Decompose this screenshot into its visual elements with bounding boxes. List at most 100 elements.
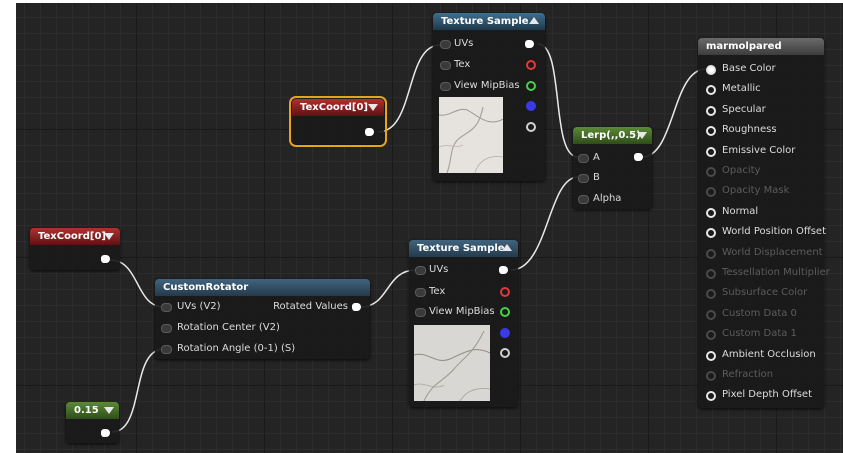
material-input-label: World Position Offset: [722, 226, 826, 237]
lerp-output-pin[interactable]: [634, 153, 643, 161]
material-input-label: Specular: [722, 104, 766, 115]
material-input-pin[interactable]: [706, 371, 716, 381]
dropdown-arrow-icon[interactable]: [104, 233, 114, 240]
constant-node[interactable]: 0.15: [66, 402, 119, 443]
material-input-pin[interactable]: [706, 167, 716, 177]
material-input-pin[interactable]: [706, 289, 716, 299]
alpha-output-pin[interactable]: [526, 122, 536, 132]
material-input-pin[interactable]: [706, 106, 716, 116]
material-input-pin[interactable]: [706, 147, 716, 157]
pin-label: View MipBias: [429, 306, 495, 317]
texcoord-node-bottom[interactable]: TexCoord[0]: [30, 228, 120, 270]
blue-output-pin[interactable]: [500, 328, 510, 338]
texcoord-node-top[interactable]: TexCoord[0]: [289, 96, 387, 147]
green-output-pin[interactable]: [500, 307, 510, 317]
custom-rotator-node[interactable]: CustomRotator UVs (V2) Rotation Center (…: [155, 279, 370, 359]
node-header[interactable]: Lerp(,,0.5): [573, 127, 652, 144]
material-input-label: Subsurface Color: [722, 287, 808, 298]
material-input-pin[interactable]: [706, 126, 716, 136]
uv-output-pin[interactable]: [101, 255, 110, 263]
material-input-label: Normal: [722, 206, 759, 217]
material-input-label: Pixel Depth Offset: [722, 389, 812, 400]
material-input-label: Opacity: [722, 165, 761, 176]
pin-label: UVs: [429, 264, 449, 275]
node-header[interactable]: TexCoord[0]: [30, 228, 120, 245]
material-input-label: Metallic: [722, 83, 761, 94]
constant-output-pin[interactable]: [101, 429, 110, 437]
collapse-up-icon[interactable]: [502, 244, 512, 251]
rotation-angle-input-pin[interactable]: [161, 345, 172, 354]
pin-label: View MipBias: [454, 80, 520, 91]
texture-sample-node-bottom[interactable]: Texture Sample UVs Tex View MipBias: [409, 240, 518, 407]
node-header[interactable]: Texture Sample: [409, 240, 518, 257]
node-title: Lerp(,,0.5): [581, 130, 641, 141]
node-header[interactable]: Texture Sample: [433, 13, 545, 30]
material-input-pin[interactable]: [706, 228, 716, 238]
alpha-input-pin[interactable]: [578, 195, 589, 204]
material-input-pin[interactable]: [706, 65, 716, 75]
material-result-node[interactable]: marmolpared Base Color Metallic Specular Ro…: [698, 38, 830, 408]
uvs-input-pin[interactable]: [415, 266, 426, 275]
material-input-pin[interactable]: [706, 391, 716, 401]
green-output-pin[interactable]: [526, 81, 536, 91]
material-input-pin[interactable]: [706, 208, 716, 218]
texture-sample-node-top[interactable]: Texture Sample UVs Tex View MipBias: [433, 13, 545, 181]
lerp-node[interactable]: Lerp(,,0.5) A B Alpha: [573, 127, 652, 209]
node-title: TexCoord[0]: [38, 231, 106, 242]
rotation-center-input-pin[interactable]: [161, 324, 172, 333]
node-header[interactable]: TexCoord[0]: [292, 99, 384, 116]
material-input-pin[interactable]: [706, 249, 716, 259]
pin-label: A: [593, 152, 600, 163]
material-input-pin[interactable]: [706, 269, 716, 279]
dropdown-arrow-icon[interactable]: [368, 104, 378, 111]
material-input-pin[interactable]: [706, 85, 716, 95]
material-input-label: Custom Data 0: [722, 308, 797, 319]
material-input-pin[interactable]: [706, 330, 716, 340]
material-input-label: World Displacement: [722, 247, 823, 258]
pin-label: Alpha: [593, 193, 622, 204]
material-input-label: Ambient Occlusion: [722, 349, 816, 360]
pin-label: Rotated Values: [273, 301, 348, 312]
node-title: CustomRotator: [163, 282, 249, 293]
material-input-label: Emissive Color: [722, 145, 796, 156]
alpha-output-pin[interactable]: [500, 348, 510, 358]
material-input-label: Base Color: [722, 63, 776, 74]
red-output-pin[interactable]: [500, 287, 510, 297]
view-mipbias-input-pin[interactable]: [440, 82, 451, 91]
dropdown-arrow-icon[interactable]: [637, 132, 647, 139]
material-input-pin[interactable]: [706, 310, 716, 320]
view-mipbias-input-pin[interactable]: [415, 308, 426, 317]
tex-input-pin[interactable]: [440, 61, 451, 70]
material-input-label: Refraction: [722, 369, 774, 380]
material-input-label: Custom Data 1: [722, 328, 797, 339]
pin-label: Tex: [454, 59, 471, 70]
uvs-input-pin[interactable]: [440, 40, 451, 49]
uvs-v2-input-pin[interactable]: [161, 303, 172, 312]
a-input-pin[interactable]: [578, 154, 589, 163]
collapse-up-icon[interactable]: [529, 17, 539, 24]
material-input-label: Tessellation Multiplier: [722, 267, 830, 278]
blue-output-pin[interactable]: [526, 101, 536, 111]
tex-input-pin[interactable]: [415, 288, 426, 297]
marble-texture-thumbnail: [414, 325, 490, 401]
marble-texture-thumbnail: [439, 97, 503, 173]
node-title: TexCoord[0]: [300, 102, 368, 113]
dropdown-arrow-icon[interactable]: [104, 407, 114, 414]
node-header[interactable]: CustomRotator: [155, 279, 370, 296]
material-input-pin[interactable]: [706, 351, 716, 361]
material-input-label: Opacity Mask: [722, 185, 790, 196]
node-title: marmolpared: [706, 41, 782, 52]
rgb-output-pin[interactable]: [499, 266, 508, 274]
pin-label: Rotation Center (V2): [177, 322, 280, 333]
rotated-values-output-pin[interactable]: [352, 303, 361, 311]
node-title: Texture Sample: [441, 16, 529, 27]
b-input-pin[interactable]: [578, 174, 589, 183]
pin-label: Tex: [429, 286, 446, 297]
red-output-pin[interactable]: [526, 60, 536, 70]
material-input-pin[interactable]: [706, 187, 716, 197]
uv-output-pin[interactable]: [365, 128, 374, 136]
node-header[interactable]: 0.15: [66, 402, 119, 419]
rgb-output-pin[interactable]: [525, 40, 534, 48]
pin-label: Rotation Angle (0-1) (S): [177, 343, 296, 354]
node-header[interactable]: marmolpared: [698, 38, 824, 55]
